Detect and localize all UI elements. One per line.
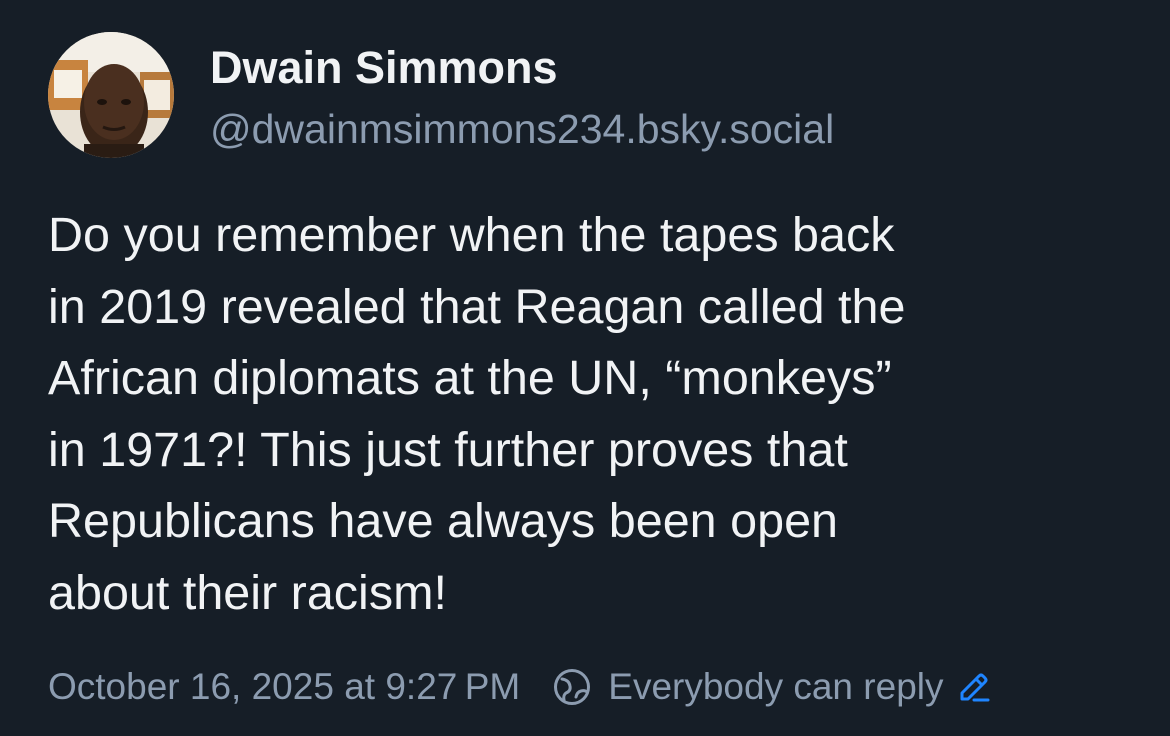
post-meta: October 16, 2025 at 9:27 PM Everybody ca… — [48, 660, 992, 714]
avatar[interactable] — [48, 32, 174, 158]
post-text-line: in 1971?! This just further proves that — [48, 422, 848, 477]
post-timestamp[interactable]: October 16, 2025 at 9:27 PM — [48, 666, 520, 708]
globe-icon — [552, 667, 592, 707]
post-text-line: about their racism! — [48, 565, 447, 620]
post-text: Do you remember when the tapes back in 2… — [48, 200, 1128, 629]
post-text-line: in 2019 revealed that Reagan called the — [48, 279, 906, 334]
reply-setting-label: Everybody can reply — [608, 666, 944, 707]
reply-settings-button[interactable]: Everybody can reply — [552, 666, 991, 708]
pencil-icon[interactable] — [956, 669, 992, 705]
author-handle[interactable]: @dwainmsimmons234.bsky.social — [210, 105, 834, 153]
author-display-name[interactable]: Dwain Simmons — [210, 42, 558, 94]
profile-photo-icon — [48, 32, 174, 158]
post-text-line: African diplomats at the UN, “monkeys” — [48, 351, 892, 405]
post-card: Dwain Simmons @dwainmsimmons234.bsky.soc… — [0, 0, 1170, 736]
post-text-line: Republicans have always been open — [48, 494, 839, 548]
post-text-line: Do you remember when the tapes back — [48, 208, 895, 262]
